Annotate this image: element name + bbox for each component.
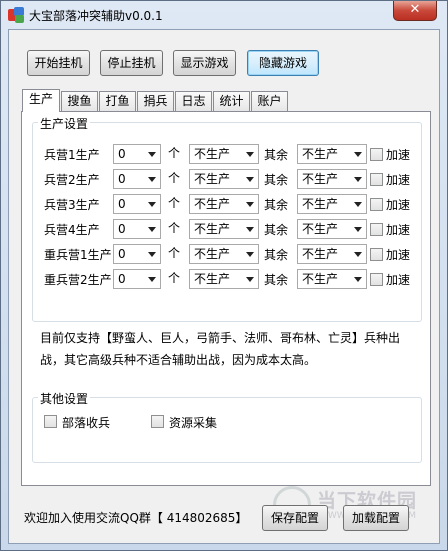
chevron-down-icon: [148, 252, 156, 257]
chevron-down-icon: [354, 152, 362, 157]
app-window: 大宝部落冲突辅助v0.0.1 ✕ 开始挂机 停止挂机 显示游戏 隐藏游戏 生产 …: [0, 0, 448, 551]
chevron-down-icon: [148, 152, 156, 157]
rest-label: 其余: [264, 198, 289, 212]
row-label: 兵营4生产: [44, 223, 100, 237]
rest-label: 其余: [264, 248, 289, 262]
supported-units-note: 目前仅支持【野蛮人、巨人，弓箭手、法师、哥布林、亡灵】兵种出战，其它高级兵种不适…: [40, 331, 401, 367]
unit-label: 个: [168, 221, 181, 235]
speed-label: 加速: [386, 248, 411, 262]
chevron-down-icon: [148, 277, 156, 282]
count-select[interactable]: 0: [113, 194, 161, 214]
window-title: 大宝部落冲突辅助v0.0.1: [29, 9, 163, 23]
count-select[interactable]: 0: [113, 244, 161, 264]
show-game-button[interactable]: 显示游戏: [173, 50, 236, 76]
produce-select[interactable]: 不生产: [189, 269, 259, 289]
speed-checkbox[interactable]: [370, 273, 383, 286]
start-button[interactable]: 开始挂机: [27, 50, 90, 76]
production-panel: 生产设置 兵营1生产 0 个 不生产 其余 不生产 加速 兵营2生产 0 个 不…: [21, 111, 431, 486]
resource-collect-checkbox[interactable]: [151, 415, 164, 428]
stop-button[interactable]: 停止挂机: [100, 50, 163, 76]
other-settings-title: 其他设置: [38, 390, 91, 407]
produce-select[interactable]: 不生产: [189, 194, 259, 214]
speed-checkbox[interactable]: [370, 223, 383, 236]
tab-stats[interactable]: 统计: [213, 91, 250, 111]
tribe-collect-label: 部落收兵: [62, 416, 111, 430]
speed-label: 加速: [386, 173, 411, 187]
rest-label: 其余: [264, 173, 289, 187]
app-logo-icon: [8, 7, 24, 23]
chevron-down-icon: [354, 177, 362, 182]
produce-select[interactable]: 不生产: [189, 169, 259, 189]
rest-select[interactable]: 不生产: [297, 144, 367, 164]
chevron-down-icon: [246, 252, 254, 257]
count-select[interactable]: 0: [113, 169, 161, 189]
resource-collect-label: 资源采集: [169, 416, 218, 430]
row-label: 兵营2生产: [44, 173, 100, 187]
rest-select[interactable]: 不生产: [297, 219, 367, 239]
chevron-down-icon: [246, 152, 254, 157]
speed-checkbox[interactable]: [370, 248, 383, 261]
save-config-button[interactable]: 保存配置: [262, 505, 328, 531]
client-area: 开始挂机 停止挂机 显示游戏 隐藏游戏 生产 搜鱼 打鱼 捐兵 日志 统计 账户…: [8, 29, 440, 544]
rest-label: 其余: [264, 223, 289, 237]
chevron-down-icon: [354, 227, 362, 232]
tab-log[interactable]: 日志: [175, 91, 212, 111]
speed-label: 加速: [386, 273, 411, 287]
speed-checkbox[interactable]: [370, 173, 383, 186]
row-label: 兵营3生产: [44, 198, 100, 212]
speed-checkbox[interactable]: [370, 198, 383, 211]
speed-label: 加速: [386, 223, 411, 237]
chevron-down-icon: [148, 177, 156, 182]
title-bar[interactable]: 大宝部落冲突辅助v0.0.1 ✕: [1, 1, 447, 29]
speed-label: 加速: [386, 198, 411, 212]
chevron-down-icon: [246, 177, 254, 182]
produce-select[interactable]: 不生产: [189, 144, 259, 164]
chevron-down-icon: [148, 202, 156, 207]
rest-label: 其余: [264, 148, 289, 162]
chevron-down-icon: [354, 202, 362, 207]
speed-label: 加速: [386, 148, 411, 162]
chevron-down-icon: [148, 227, 156, 232]
row-label: 兵营1生产: [44, 148, 100, 162]
rest-select[interactable]: 不生产: [297, 269, 367, 289]
tab-account[interactable]: 账户: [251, 91, 288, 111]
speed-checkbox[interactable]: [370, 148, 383, 161]
unit-label: 个: [168, 171, 181, 185]
close-button[interactable]: ✕: [393, 1, 437, 21]
unit-label: 个: [168, 146, 181, 160]
count-select[interactable]: 0: [113, 219, 161, 239]
produce-select[interactable]: 不生产: [189, 244, 259, 264]
tab-production[interactable]: 生产: [22, 89, 60, 112]
row-label: 重兵营1生产: [44, 248, 112, 262]
rest-select[interactable]: 不生产: [297, 169, 367, 189]
produce-select[interactable]: 不生产: [189, 219, 259, 239]
tab-fishing[interactable]: 打鱼: [99, 91, 136, 111]
count-select[interactable]: 0: [113, 269, 161, 289]
unit-label: 个: [168, 196, 181, 210]
row-label: 重兵营2生产: [44, 273, 112, 287]
unit-label: 个: [168, 246, 181, 260]
tab-search-fish[interactable]: 搜鱼: [61, 91, 98, 111]
count-select[interactable]: 0: [113, 144, 161, 164]
close-icon: ✕: [409, 2, 421, 17]
chevron-down-icon: [246, 227, 254, 232]
qq-group-text: 欢迎加入使用交流QQ群【 414802685】: [24, 511, 248, 525]
chevron-down-icon: [354, 252, 362, 257]
rest-select[interactable]: 不生产: [297, 244, 367, 264]
chevron-down-icon: [354, 277, 362, 282]
unit-label: 个: [168, 271, 181, 285]
production-settings-title: 生产设置: [38, 115, 91, 132]
rest-select[interactable]: 不生产: [297, 194, 367, 214]
tribe-collect-checkbox[interactable]: [44, 415, 57, 428]
hide-game-button[interactable]: 隐藏游戏: [247, 50, 319, 76]
chevron-down-icon: [246, 277, 254, 282]
rest-label: 其余: [264, 273, 289, 287]
load-config-button[interactable]: 加载配置: [343, 505, 409, 531]
chevron-down-icon: [246, 202, 254, 207]
tab-donate[interactable]: 捐兵: [137, 91, 174, 111]
